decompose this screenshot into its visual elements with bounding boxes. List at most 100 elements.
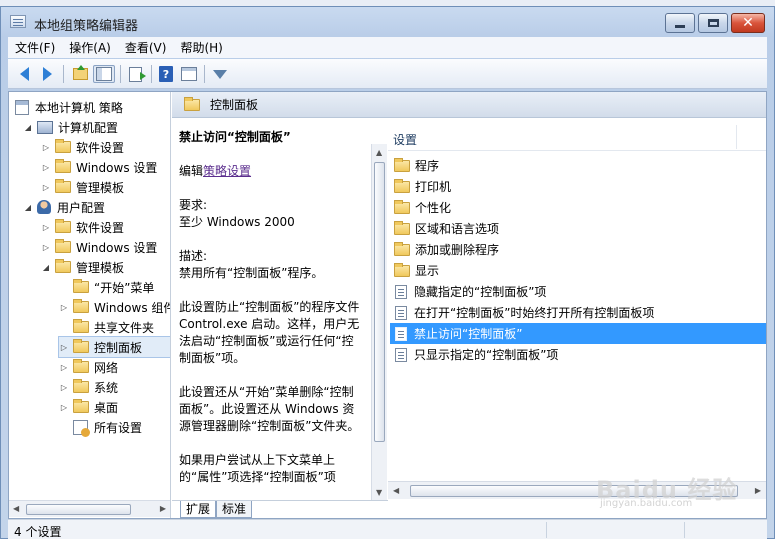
expand-icon[interactable]: ▷ <box>41 183 51 192</box>
tab-extended[interactable]: 扩展 <box>180 501 217 518</box>
export-list-button[interactable] <box>125 65 146 83</box>
expand-icon[interactable]: ▷ <box>41 223 51 232</box>
menu-help[interactable]: 帮助(H) <box>173 39 229 56</box>
tree-item-software-settings[interactable]: ▷ 软件设置 <box>41 217 124 237</box>
toolbar-separator <box>120 65 121 83</box>
tree-item-user-config[interactable]: ◢ 用户配置 <box>23 197 105 217</box>
scroll-right-icon[interactable]: ▶ <box>755 486 761 495</box>
menu-file[interactable]: 文件(F) <box>8 39 62 56</box>
list-item-label: 区域和语言选项 <box>415 222 500 236</box>
maximize-button[interactable] <box>698 13 728 33</box>
toolbar-separator <box>151 65 152 83</box>
list-item-folder[interactable]: 程序 <box>390 155 766 176</box>
list-item-setting[interactable]: 隐藏指定的“控制面板”项 <box>390 281 766 302</box>
scroll-up-icon[interactable]: ▲ <box>376 148 382 157</box>
tree-item-windows-components[interactable]: ▷ Windows 组件 <box>59 297 170 317</box>
expand-icon[interactable]: ▷ <box>41 143 51 152</box>
tree-item-admin-templates[interactable]: ◢ 管理模板 <box>41 257 124 277</box>
list-item-setting-selected[interactable]: 禁止访问“控制面板” <box>390 323 766 344</box>
column-divider[interactable] <box>736 125 737 149</box>
back-button[interactable] <box>14 65 34 83</box>
list-item-label: 添加或删除程序 <box>415 243 500 257</box>
minimize-icon <box>675 24 685 28</box>
up-one-level-button[interactable] <box>70 65 90 83</box>
folder-icon <box>73 339 89 353</box>
column-header-setting[interactable]: 设置 <box>388 123 766 151</box>
settings-list: 设置 程序 打印机 个性化 区域和语言选项 添加或删除程序 显示 隐藏指定的“控… <box>388 119 766 500</box>
scroll-down-icon[interactable]: ▼ <box>376 488 382 497</box>
scrollbar-thumb[interactable] <box>374 162 385 442</box>
expand-icon[interactable]: ▷ <box>59 363 69 372</box>
scroll-right-icon[interactable]: ▶ <box>160 504 166 513</box>
status-text: 4 个设置 <box>14 525 62 539</box>
description-vertical-scrollbar[interactable]: ▲ ▼ <box>371 144 387 500</box>
folder-icon <box>73 319 89 333</box>
forward-button[interactable] <box>37 65 57 83</box>
tree-horizontal-scrollbar[interactable]: ◀ ▶ <box>9 500 170 517</box>
tree-item-admin-templates[interactable]: ▷ 管理模板 <box>41 177 124 197</box>
expand-icon[interactable]: ▷ <box>59 403 69 412</box>
tree-item-shared-folders[interactable]: 共享文件夹 <box>59 317 154 337</box>
expand-icon[interactable]: ▷ <box>59 303 69 312</box>
toolbar-separator <box>63 65 64 83</box>
description-title: 禁止访问“控制面板” <box>179 130 291 144</box>
tree-item-desktop[interactable]: ▷ 桌面 <box>59 397 118 417</box>
export-icon <box>128 66 146 82</box>
folder-icon <box>55 259 71 273</box>
edit-policy-link[interactable]: 策略设置 <box>203 164 251 178</box>
folder-icon <box>73 359 89 373</box>
tree-pane: 本地计算机 策略 ◢ 计算机配置 ▷ 软件设置 ▷ Windows 设置 ▷ 管… <box>9 92 171 518</box>
description-pane: 禁止访问“控制面板” 编辑策略设置 要求: 至少 Windows 2000 描述… <box>172 119 371 500</box>
user-icon <box>37 200 51 214</box>
properties-icon <box>181 67 197 81</box>
expand-icon[interactable]: ▷ <box>41 163 51 172</box>
minimize-button[interactable] <box>665 13 695 33</box>
expand-icon[interactable]: ▷ <box>59 383 69 392</box>
collapse-icon[interactable]: ◢ <box>23 203 33 212</box>
tree-item-control-panel[interactable]: ▷ 控制面板 <box>58 336 170 358</box>
tree-item-software-settings[interactable]: ▷ 软件设置 <box>41 137 124 157</box>
tree-item-label: “开始”菜单 <box>94 280 155 295</box>
list-item-folder[interactable]: 添加或删除程序 <box>390 239 766 260</box>
list-item-setting[interactable]: 在打开“控制面板”时始终打开所有控制面板项 <box>390 302 766 323</box>
tree-item-all-settings[interactable]: 所有设置 <box>59 417 142 437</box>
show-hide-tree-button[interactable] <box>93 65 115 83</box>
column-header-label: 设置 <box>393 133 418 147</box>
tab-standard[interactable]: 标准 <box>216 501 253 518</box>
list-item-folder[interactable]: 打印机 <box>390 176 766 197</box>
close-button[interactable]: ✕ <box>731 13 765 33</box>
help-icon: ? <box>159 66 173 82</box>
maximize-icon <box>707 19 719 27</box>
list-item-folder[interactable]: 区域和语言选项 <box>390 218 766 239</box>
scrollbar-thumb[interactable] <box>26 504 131 515</box>
title-bar[interactable]: 本地组策略编辑器 ✕ <box>1 7 774 35</box>
tree-root[interactable]: 本地计算机 策略 <box>15 97 123 117</box>
menu-view[interactable]: 查看(V) <box>118 39 174 56</box>
policy-setting-icon <box>395 347 407 362</box>
list-item-folder[interactable]: 显示 <box>390 260 766 281</box>
tree-item-network[interactable]: ▷ 网络 <box>59 357 118 377</box>
menu-action[interactable]: 操作(A) <box>62 39 118 56</box>
tree-item-system[interactable]: ▷ 系统 <box>59 377 118 397</box>
collapse-icon[interactable]: ◢ <box>41 263 51 272</box>
scroll-left-icon[interactable]: ◀ <box>393 486 399 495</box>
tree-item-windows-settings[interactable]: ▷ Windows 设置 <box>41 237 157 257</box>
tree-item-label: 控制面板 <box>94 340 143 355</box>
tree-item-start-menu[interactable]: “开始”菜单 <box>59 277 154 297</box>
expand-icon[interactable]: ▷ <box>59 343 69 352</box>
list-item-folder[interactable]: 个性化 <box>390 197 766 218</box>
properties-button[interactable] <box>179 65 199 83</box>
description-paragraph-1: 此设置防止“控制面板”的程序文件 Control.exe 启动。这样，用户无法启… <box>179 300 360 365</box>
scroll-left-icon[interactable]: ◀ <box>13 504 19 513</box>
list-item-setting[interactable]: 只显示指定的“控制面板”项 <box>390 344 766 365</box>
tree-item-computer-config[interactable]: ◢ 计算机配置 <box>23 117 118 137</box>
filter-button[interactable] <box>210 65 230 83</box>
help-button[interactable]: ? <box>156 65 176 83</box>
folder-icon <box>394 178 410 193</box>
all-settings-icon <box>73 419 90 437</box>
tree-item-windows-settings[interactable]: ▷ Windows 设置 <box>41 157 157 177</box>
expand-icon[interactable]: ▷ <box>41 243 51 252</box>
collapse-icon[interactable]: ◢ <box>23 123 33 132</box>
